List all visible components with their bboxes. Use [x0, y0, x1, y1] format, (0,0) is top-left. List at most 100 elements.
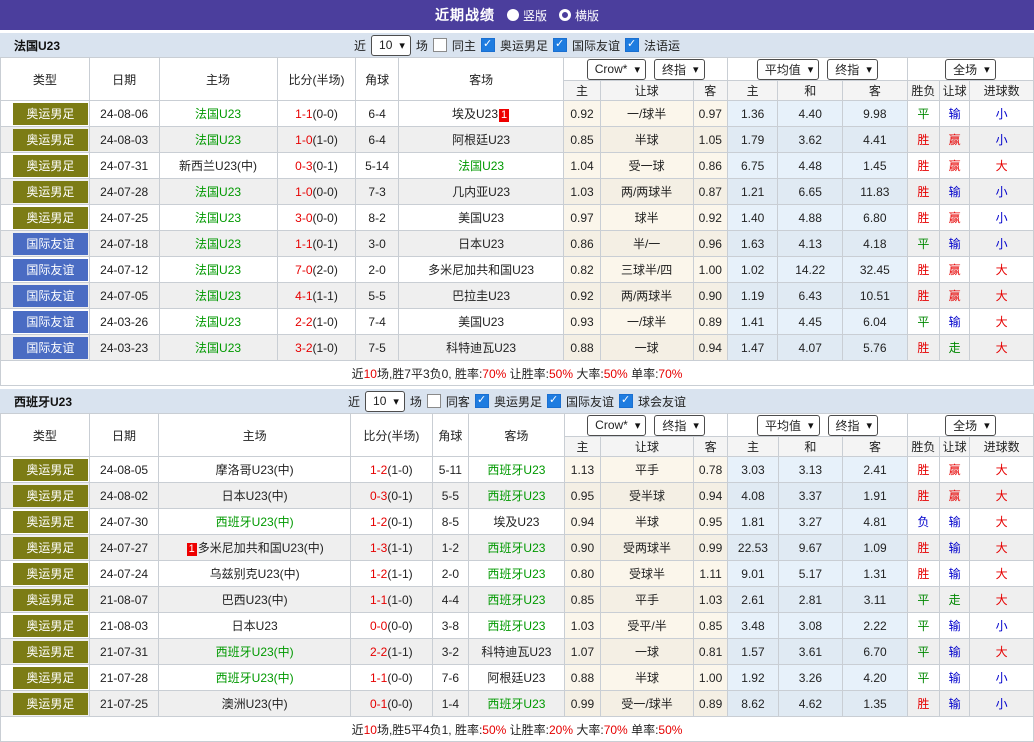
home-team-name[interactable]: 西班牙U23(中) [216, 515, 294, 529]
match-row: 奥运男足 24-07-27 1 多米尼加共和国U23(中) 1-3(1-1) 1-2 西班牙… [0, 534, 1034, 561]
home-team-name[interactable]: 新西兰U23(中) [179, 159, 257, 173]
home-team-cell: 法国U23 [158, 178, 278, 205]
home-team-name[interactable]: 法国U23 [195, 211, 241, 225]
away-team-name[interactable]: 埃及U23 [493, 515, 539, 529]
odds-away: 0.86 [692, 152, 728, 179]
match-date: 21-08-07 [88, 586, 160, 613]
home-team-name[interactable]: 澳洲U23(中) [222, 697, 288, 711]
away-team-name[interactable]: 科特迪瓦U23 [481, 645, 551, 659]
final-odds-select[interactable]: 终指 [654, 414, 705, 436]
near-label: 近 [348, 394, 361, 409]
fulltime-score: 1-3 [370, 540, 388, 555]
away-team-name[interactable]: 西班牙U23 [487, 489, 545, 503]
odds-company-select[interactable]: Crow* [586, 58, 646, 80]
home-team-name[interactable]: 法国U23 [195, 185, 241, 199]
near-label: 近 [354, 38, 367, 53]
away-team-name[interactable]: 阿根廷U23 [487, 671, 545, 685]
avg-away: 4.20 [842, 664, 908, 691]
full-match-select[interactable]: 全场 [945, 58, 996, 80]
odds-company-select[interactable]: Crow* [587, 414, 647, 436]
away-team-cell: 美国U23 [397, 204, 565, 231]
home-team-name[interactable]: 法国U23 [195, 289, 241, 303]
avg-draw: 2.81 [777, 586, 844, 613]
away-team-name[interactable]: 多米尼加共和国U23 [428, 263, 534, 277]
home-team-name[interactable]: 法国U23 [195, 107, 241, 121]
away-team-name[interactable]: 阿根廷U23 [452, 133, 510, 147]
filter-checkbox-olympic[interactable] [480, 37, 495, 52]
home-team-name[interactable]: 日本U23 [232, 619, 278, 633]
filter-label-friendly: 国际友谊 [571, 38, 620, 53]
odds-handicap: 一球 [600, 638, 694, 665]
home-team-name[interactable]: 法国U23 [195, 133, 241, 147]
score-cell: 4-1(1-1) [276, 282, 357, 309]
away-team-name[interactable]: 西班牙U23 [487, 619, 545, 633]
home-team-name[interactable]: 日本U23(中) [222, 489, 288, 503]
away-team-name[interactable]: 科特迪瓦U23 [446, 341, 516, 355]
filter-checkbox-extra[interactable] [624, 37, 639, 52]
home-team-name[interactable]: 法国U23 [195, 263, 241, 277]
final-odds-select[interactable]: 终指 [653, 58, 705, 80]
final-odds-select-2[interactable]: 终指 [827, 414, 879, 436]
filter-checkbox-friendly[interactable] [546, 393, 561, 408]
away-team-name[interactable]: 日本U23 [458, 237, 504, 251]
away-team-cell: 西班牙U23 [468, 690, 565, 717]
full-match-select[interactable]: 全场 [945, 414, 996, 436]
same-home-checkbox[interactable] [432, 38, 447, 52]
recent-count-select[interactable]: 10 [365, 390, 405, 412]
avg-draw: 4.88 [777, 204, 844, 231]
result-goals: 大 [969, 256, 1034, 283]
radio-unselected-icon[interactable] [559, 9, 571, 21]
horizontal-layout-radio[interactable]: 横版 [559, 7, 599, 24]
away-team-name[interactable]: 西班牙U23 [487, 593, 545, 607]
away-team-name[interactable]: 西班牙U23 [487, 697, 545, 711]
result-handicap: 输 [938, 178, 971, 205]
filter-checkbox-friendly[interactable] [552, 37, 567, 52]
same-home-label: 同主 [451, 38, 476, 53]
home-team-name[interactable]: 西班牙U23(中) [216, 645, 294, 659]
home-team-name[interactable]: 法国U23 [195, 315, 241, 329]
away-team-name[interactable]: 美国U23 [458, 211, 504, 225]
match-row: 国际友谊 24-07-12 法国U23 7-0(2-0) 2-0 多米尼加共和国U23 0.… [0, 256, 1034, 283]
match-type-badge: 国际友谊 [13, 336, 88, 359]
radio-selected-icon[interactable] [506, 9, 519, 21]
col-header-avg-draw: 和 [777, 80, 844, 101]
filter-checkbox-extra[interactable] [618, 393, 633, 408]
match-type-cell: 奥运男足 [0, 690, 90, 717]
away-team-name[interactable]: 西班牙U23 [487, 463, 545, 477]
col-header-result-goals: 进球数 [969, 80, 1034, 101]
away-team-name[interactable]: 埃及U23 [452, 107, 498, 121]
away-team-name[interactable]: 几内亚U23 [452, 185, 510, 199]
home-team-name[interactable]: 巴西U23(中) [222, 593, 288, 607]
home-team-name[interactable]: 西班牙U23(中) [216, 671, 294, 685]
home-team-name[interactable]: 乌兹别克U23(中) [210, 567, 300, 581]
col-header-date: 日期 [88, 413, 160, 457]
match-type-badge: 奥运男足 [13, 154, 88, 177]
away-team-name[interactable]: 巴拉圭U23 [452, 289, 510, 303]
home-team-name[interactable]: 多米尼加共和国U23(中) [198, 541, 324, 555]
home-team-name[interactable]: 法国U23 [195, 237, 241, 251]
away-team-name[interactable]: 法国U23 [458, 159, 504, 173]
away-team-name[interactable]: 西班牙U23 [487, 567, 545, 581]
col-header-away: 客场 [397, 57, 565, 101]
home-team-name[interactable]: 法国U23 [195, 341, 241, 355]
filter-checkbox-olympic[interactable] [474, 393, 489, 408]
summary-segment: 20% [549, 722, 574, 737]
home-team-name[interactable]: 摩洛哥U23(中) [216, 463, 294, 477]
score-cell: 3-0(0-0) [276, 204, 357, 231]
summary-segment: 场,胜5平4负1, 胜率: [376, 722, 483, 737]
matches-label: 场 [409, 394, 422, 409]
average-odds-select[interactable]: 平均值 [756, 414, 820, 436]
halftime-score: (0-0) [312, 184, 338, 199]
away-team-name[interactable]: 西班牙U23 [487, 541, 545, 555]
recent-count-select[interactable]: 10 [371, 34, 411, 56]
score-cell: 1-2(0-1) [350, 508, 433, 535]
vertical-layout-label: 竖版 [522, 8, 547, 23]
final-odds-select-2[interactable]: 终指 [827, 58, 878, 80]
col-header-result-wdl: 胜负 [906, 436, 941, 457]
result-goals: 小 [969, 230, 1034, 257]
vertical-layout-radio[interactable]: 竖版 [506, 7, 547, 24]
average-odds-select[interactable]: 平均值 [756, 58, 820, 80]
match-type-badge: 奥运男足 [13, 536, 88, 559]
same-away-checkbox[interactable] [426, 394, 441, 408]
away-team-name[interactable]: 美国U23 [458, 315, 504, 329]
